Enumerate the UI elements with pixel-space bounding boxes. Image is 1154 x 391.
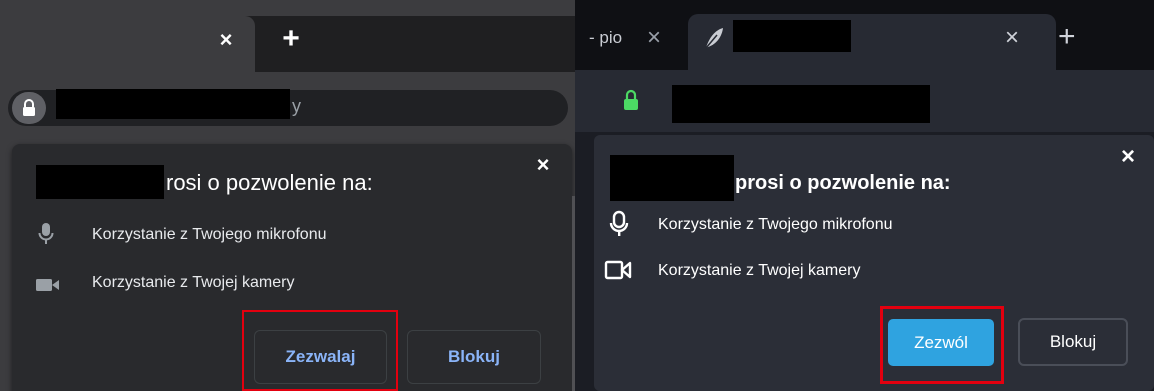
lock-icon bbox=[23, 99, 35, 116]
new-tab-icon[interactable]: + bbox=[1058, 20, 1076, 54]
feather-icon bbox=[705, 28, 723, 49]
redacted-tab-title bbox=[733, 20, 851, 52]
microphone-icon bbox=[38, 223, 54, 244]
dialog-title: prosi o pozwolenie na: bbox=[735, 172, 951, 194]
permission-camera-label: Korzystanie z Twojej kamery bbox=[92, 274, 295, 291]
block-button[interactable]: Blokuj bbox=[1018, 318, 1128, 366]
highlight-box bbox=[242, 310, 398, 391]
redacted-url bbox=[56, 89, 290, 119]
tab-close-icon[interactable]: × bbox=[1005, 24, 1019, 52]
dialog-close-icon[interactable]: × bbox=[528, 150, 558, 180]
highlight-box bbox=[880, 306, 1004, 384]
camera-icon bbox=[36, 279, 59, 291]
tab-close-icon[interactable]: × bbox=[212, 26, 240, 54]
dialog-close-icon[interactable]: × bbox=[1113, 142, 1143, 172]
dialog-title: rosi o pozwolenie na: bbox=[166, 170, 373, 195]
previous-tab-title[interactable]: - pio bbox=[589, 28, 622, 48]
url-text-tail: y bbox=[292, 96, 301, 116]
new-tab-icon[interactable]: + bbox=[276, 24, 306, 54]
left-browser-window: × + y × rosi o pozwolenie na: Korzystani… bbox=[0, 0, 575, 391]
lock-icon[interactable] bbox=[623, 89, 639, 111]
block-button[interactable]: Blokuj bbox=[407, 330, 541, 384]
site-info-button[interactable] bbox=[12, 92, 46, 124]
permission-camera-label: Korzystanie z Twojej kamery bbox=[658, 262, 861, 279]
redacted-url bbox=[672, 85, 930, 123]
camera-icon bbox=[604, 260, 632, 280]
redacted-site-name bbox=[36, 165, 164, 199]
microphone-icon bbox=[609, 210, 629, 236]
permission-microphone-label: Korzystanie z Twojego mikrofonu bbox=[658, 216, 893, 233]
comparison-stage: × + y × rosi o pozwolenie na: Korzystani… bbox=[0, 0, 1154, 391]
previous-tab-close-icon[interactable]: × bbox=[647, 24, 661, 52]
right-browser-window: - pio × × + × prosi o pozwolenie na: Kor… bbox=[575, 0, 1154, 391]
redacted-site-name bbox=[610, 155, 734, 201]
permission-microphone-label: Korzystanie z Twojego mikrofonu bbox=[92, 226, 327, 243]
